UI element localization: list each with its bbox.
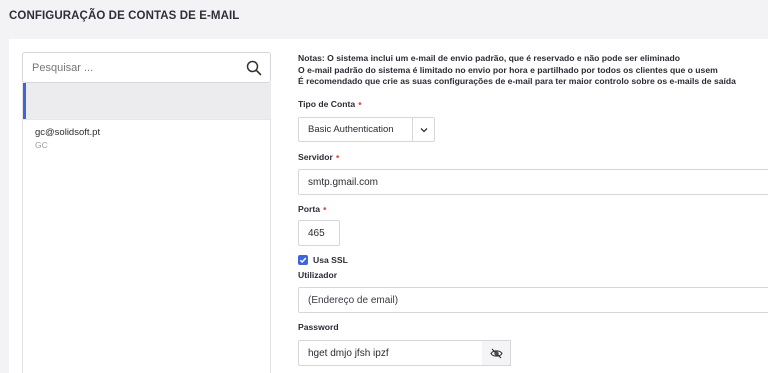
chevron-down-icon[interactable] <box>412 118 434 141</box>
utilizador-label: Utilizador <box>298 270 338 280</box>
password-label: Password <box>298 322 339 332</box>
page-title: CONFIGURAÇÃO DE CONTAS DE E-MAIL <box>9 10 240 22</box>
note-line: É recomendado que crie as suas configura… <box>298 76 736 86</box>
ssl-label: Usa SSL <box>313 255 348 265</box>
porta-label: Porta • <box>298 204 327 215</box>
required-mark: • <box>358 99 362 110</box>
note-line: O e-mail padrão do sistema é limitado no… <box>298 64 718 75</box>
check-icon <box>299 257 307 264</box>
note-line: Notas: O sistema inclui um e-mail de env… <box>298 53 681 63</box>
porta-input[interactable] <box>298 220 340 246</box>
servidor-label: Servidor • <box>298 152 340 163</box>
required-mark: • <box>335 152 340 163</box>
search-icon[interactable] <box>246 60 262 76</box>
account-email: gc@solidsoft.pt <box>35 127 101 138</box>
toggle-password-button[interactable] <box>482 340 511 366</box>
password-input[interactable] <box>298 340 483 366</box>
list-item[interactable]: gc@solidsoft.pt GC <box>23 119 271 159</box>
account-list: gc@solidsoft.pt GC <box>22 83 271 373</box>
tipo-conta-select[interactable]: Basic Authentication <box>298 117 435 142</box>
ssl-checkbox[interactable] <box>298 255 308 265</box>
notes: Notas: O sistema inclui um e-mail de env… <box>298 53 736 88</box>
account-name: GC <box>35 140 48 150</box>
eye-slash-icon <box>489 348 503 358</box>
search-input[interactable] <box>24 54 234 81</box>
search-box <box>22 52 271 83</box>
tipo-conta-value: Basic Authentication <box>308 124 394 135</box>
servidor-input[interactable] <box>298 169 768 195</box>
utilizador-input[interactable] <box>298 287 768 313</box>
required-mark: • <box>322 204 327 215</box>
tipo-conta-label: Tipo de Conta • <box>298 99 362 110</box>
list-item-selected[interactable] <box>23 83 271 119</box>
